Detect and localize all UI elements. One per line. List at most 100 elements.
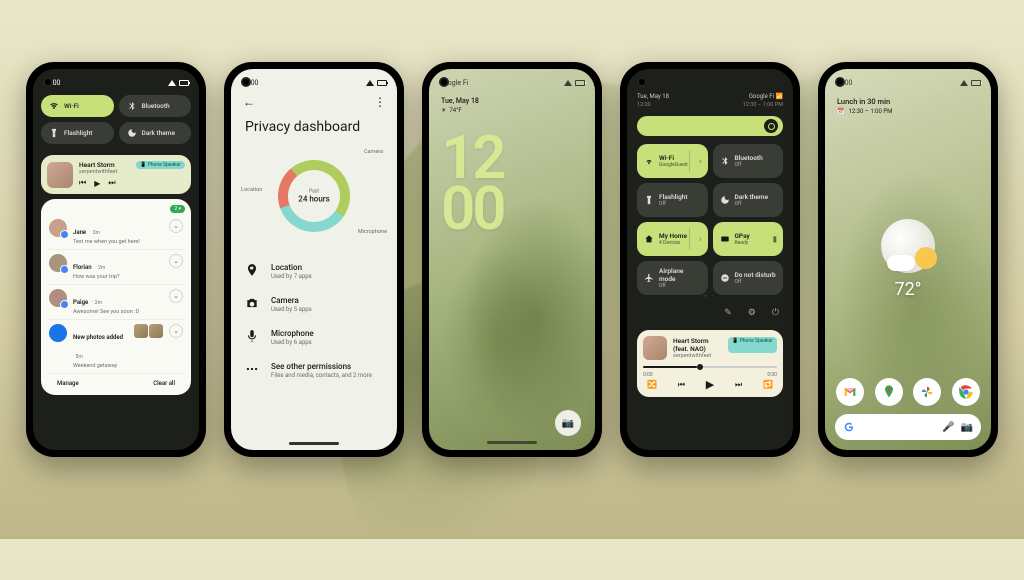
expand-button[interactable]: ⌄ bbox=[169, 219, 183, 233]
prev-button[interactable]: ⏮ bbox=[678, 380, 685, 390]
microphone-icon bbox=[245, 329, 259, 343]
repeat-button[interactable]: 🔁 bbox=[763, 380, 773, 389]
qs-tile-gpay[interactable]: GPayReady ▮ bbox=[713, 222, 784, 256]
photos-icon bbox=[919, 384, 935, 400]
bluetooth-icon bbox=[127, 101, 137, 111]
weather-icon bbox=[881, 219, 935, 273]
punch-hole-camera bbox=[637, 77, 647, 87]
punch-hole-camera bbox=[43, 77, 53, 87]
weather-widget[interactable]: 72° bbox=[881, 219, 935, 300]
weather-temp: 72° bbox=[881, 279, 935, 300]
album-art bbox=[47, 162, 73, 188]
settings-button[interactable]: ⚙ bbox=[748, 308, 756, 318]
status-bar: 12:00 bbox=[33, 74, 199, 92]
notification-item-photos[interactable]: New photos added · 5m Weekend getaway ⌄ bbox=[47, 320, 185, 374]
expand-button[interactable]: ⌄ bbox=[169, 289, 183, 303]
brightness-handle[interactable] bbox=[764, 119, 778, 133]
permission-row-location[interactable]: LocationUsed by 7 apps bbox=[245, 255, 383, 288]
output-device-chip[interactable]: 📱 Phone Speaker bbox=[136, 161, 185, 169]
gesture-nav-bar[interactable] bbox=[289, 442, 339, 445]
conversation-count-badge[interactable]: 2 ▾ bbox=[170, 205, 185, 213]
dnd-icon bbox=[720, 273, 730, 283]
camera-shortcut-button[interactable]: 📷 bbox=[555, 410, 581, 436]
voice-search-button[interactable]: 🎤 bbox=[942, 422, 954, 433]
qs-tile-darktheme[interactable]: Dark themeOff bbox=[713, 183, 784, 217]
phone-lineup: 12:00 Wi-Fi Bluetooth Flashlight Dark th… bbox=[0, 62, 1024, 457]
output-device-chip[interactable]: 📱 Phone Speaker bbox=[728, 337, 777, 353]
qs-tile-airplane[interactable]: Airplane modeOff bbox=[637, 261, 708, 295]
album-art bbox=[643, 336, 667, 360]
permission-row-microphone[interactable]: MicrophoneUsed by 6 apps bbox=[245, 321, 383, 354]
qs-tile-flashlight[interactable]: FlashlightOff bbox=[637, 183, 708, 217]
qs-tile-wifi[interactable]: Wi-FiGoogleGuest › bbox=[637, 144, 708, 178]
play-button[interactable]: ▶ bbox=[706, 378, 714, 391]
media-card[interactable]: Heart Storm (feat. NAO) 📱 Phone Speaker … bbox=[637, 330, 783, 397]
battery-icon bbox=[971, 80, 981, 86]
chart-label-camera: Camera bbox=[364, 149, 383, 155]
brightness-slider[interactable] bbox=[637, 116, 783, 136]
gesture-nav-bar[interactable] bbox=[487, 441, 537, 444]
qs-tile-flashlight[interactable]: Flashlight bbox=[41, 122, 114, 144]
app-maps[interactable] bbox=[875, 378, 903, 406]
prev-button[interactable]: ⏮ bbox=[79, 178, 86, 188]
phone-privacy-dashboard: 12:00 ← ⋮ Privacy dashboard Past 24 hour… bbox=[224, 62, 404, 457]
qs-header: Tue, May 18Google Fi 📶 bbox=[627, 69, 793, 102]
expand-button[interactable]: ⌄ bbox=[169, 324, 183, 338]
signal-icon bbox=[960, 80, 968, 86]
edit-tiles-button[interactable]: ✎ bbox=[724, 308, 732, 318]
photo-thumbnails bbox=[134, 324, 163, 338]
photos-app-icon bbox=[49, 324, 67, 342]
notification-item[interactable]: Florian · 2m How was your trip? ⌄ bbox=[47, 250, 185, 285]
status-bar: 12:00 bbox=[825, 74, 991, 92]
qs-tile-home[interactable]: My Home4 Devices › bbox=[637, 222, 708, 256]
maps-icon bbox=[881, 384, 897, 400]
punch-hole-camera bbox=[835, 77, 845, 87]
media-card[interactable]: Heart Storm serpentwithfeet 📱 Phone Spea… bbox=[41, 155, 191, 194]
notification-panel: 2 ▾ Jane · 2m Text me when you get here!… bbox=[41, 199, 191, 395]
qs-subheader: 12:0012:30 – 1:00 PM bbox=[627, 102, 793, 108]
notification-item[interactable]: Paige · 2m Awesome! See you soon :D ⌄ bbox=[47, 285, 185, 320]
punch-hole-camera bbox=[439, 77, 449, 87]
overflow-menu-button[interactable]: ⋮ bbox=[374, 95, 385, 109]
manage-button[interactable]: Manage bbox=[57, 380, 79, 387]
search-bar[interactable]: 🎤 📷 bbox=[835, 414, 981, 440]
usage-donut-chart: Past 24 hours Camera Microphone Location bbox=[231, 141, 397, 251]
status-bar: Google Fi bbox=[429, 74, 595, 92]
permission-row-camera[interactable]: CameraUsed by 5 apps bbox=[245, 288, 383, 321]
permission-row-other[interactable]: See other permissionsFiles and media, co… bbox=[245, 354, 383, 387]
qs-tile-wifi[interactable]: Wi-Fi bbox=[41, 95, 114, 117]
chevron-right-icon[interactable]: › bbox=[699, 235, 701, 244]
qs-footer-actions: ✎ ⚙ ⏻ bbox=[627, 300, 793, 326]
app-chrome[interactable] bbox=[952, 378, 980, 406]
clear-all-button[interactable]: Clear all bbox=[153, 380, 175, 387]
at-a-glance-sub: 📅 12:30 – 1:00 PM bbox=[825, 106, 991, 117]
next-button[interactable]: ⏭ bbox=[735, 380, 742, 390]
notification-item[interactable]: Jane · 2m Text me when you get here! ⌄ bbox=[47, 215, 185, 250]
chrome-icon bbox=[958, 384, 974, 400]
lens-button[interactable]: 📷 bbox=[961, 422, 973, 433]
location-icon bbox=[245, 263, 259, 277]
flashlight-icon bbox=[49, 128, 59, 138]
play-button[interactable]: ▶ bbox=[94, 179, 100, 188]
qs-tile-dnd[interactable]: Do not disturbOff bbox=[713, 261, 784, 295]
expand-button[interactable]: ⌄ bbox=[169, 254, 183, 268]
gmail-icon bbox=[842, 384, 858, 400]
back-button[interactable]: ← bbox=[243, 95, 255, 109]
app-photos[interactable] bbox=[913, 378, 941, 406]
track-artist: serpentwithfeet bbox=[79, 169, 117, 175]
power-button[interactable]: ⏻ bbox=[772, 308, 779, 318]
dark-theme-icon bbox=[720, 195, 730, 205]
phone-notification-shade: 12:00 Wi-Fi Bluetooth Flashlight Dark th… bbox=[26, 62, 206, 457]
qs-tile-darktheme[interactable]: Dark theme bbox=[119, 122, 192, 144]
qs-tile-bluetooth[interactable]: Bluetooth bbox=[119, 95, 192, 117]
app-gmail[interactable] bbox=[836, 378, 864, 406]
qs-tile-bluetooth[interactable]: BluetoothOff bbox=[713, 144, 784, 178]
next-button[interactable]: ⏭ bbox=[108, 178, 115, 188]
airplane-icon bbox=[644, 273, 654, 283]
chevron-right-icon[interactable]: › bbox=[699, 157, 701, 166]
progress-slider[interactable] bbox=[643, 366, 777, 368]
shuffle-button[interactable]: 🔀 bbox=[647, 380, 657, 389]
track-title: Heart Storm bbox=[79, 161, 117, 169]
app-badge-icon bbox=[60, 265, 69, 274]
app-dock bbox=[825, 378, 991, 406]
